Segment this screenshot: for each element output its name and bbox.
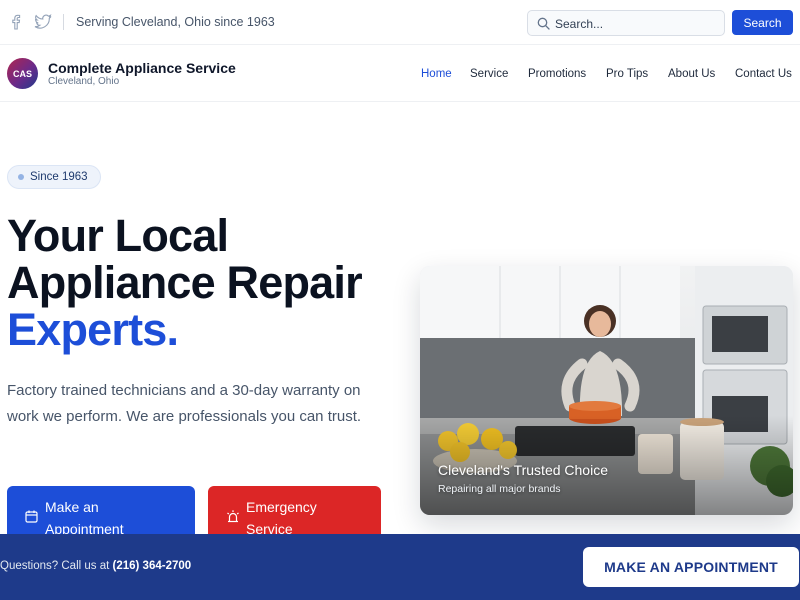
bottom-contact-bar: Questions? Call us at (216) 364-2700 MAK… xyxy=(0,534,800,600)
hero-headline: Your Local Appliance Repair Experts. xyxy=(7,210,363,355)
nav-home[interactable]: Home xyxy=(421,68,452,80)
search-input[interactable] xyxy=(555,15,715,32)
nav-pro-tips[interactable]: Pro Tips xyxy=(606,68,648,80)
brand-location: Cleveland, Ohio xyxy=(48,76,120,87)
nav-promotions[interactable]: Promotions xyxy=(528,68,586,80)
facebook-icon[interactable] xyxy=(8,14,24,30)
headline-accent: Experts. xyxy=(7,304,179,355)
brand-name[interactable]: Complete Appliance Service xyxy=(48,60,236,76)
bottom-make-appointment-button[interactable]: MAKE AN APPOINTMENT xyxy=(583,547,799,587)
tagline: Serving Cleveland, Ohio since 1963 xyxy=(76,15,275,29)
headline-line-1: Your Local xyxy=(7,210,229,261)
hero-lead-text: Factory trained technicians and a 30-day… xyxy=(7,382,362,425)
hero-image-card: Cleveland's Trusted Choice Repairing all… xyxy=(420,266,793,515)
questions-prefix: Questions? Call us at xyxy=(0,560,110,572)
top-utility-bar: Serving Cleveland, Ohio since 1963 Searc… xyxy=(0,0,800,45)
nav-contact-us[interactable]: Contact Us xyxy=(735,68,792,80)
search-button[interactable]: Search xyxy=(732,10,793,35)
search-box[interactable] xyxy=(527,10,725,36)
nav-about-us[interactable]: About Us xyxy=(668,68,715,80)
siren-icon xyxy=(227,510,239,523)
calendar-icon xyxy=(25,510,38,523)
divider xyxy=(63,14,64,30)
phone-number[interactable]: (216) 364-2700 xyxy=(113,560,192,572)
image-card-subtitle: Repairing all major brands xyxy=(438,483,561,495)
headline-line-2: Appliance Repair xyxy=(7,257,363,308)
nav-service[interactable]: Service xyxy=(470,68,508,80)
logo[interactable]: CAS xyxy=(7,58,38,89)
site-header: CAS Complete Appliance Service Cleveland… xyxy=(0,46,800,102)
since-badge: Since 1963 xyxy=(7,165,101,189)
search-icon xyxy=(537,17,550,30)
questions-text: Questions? Call us at (216) 364-2700 xyxy=(0,560,191,572)
image-card-title: Cleveland's Trusted Choice xyxy=(438,462,608,478)
twitter-icon[interactable] xyxy=(34,14,52,30)
